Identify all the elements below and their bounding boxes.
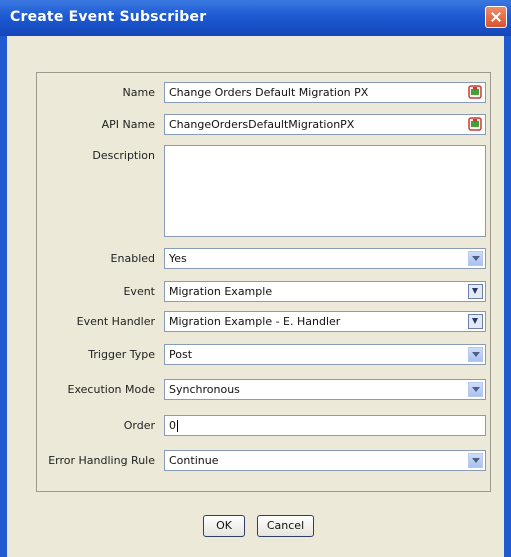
enabled-select[interactable]: Yes — [164, 248, 486, 269]
trigger-type-value: Post — [169, 348, 193, 361]
event-field[interactable]: Migration Example — [164, 281, 486, 302]
chevron-down-icon[interactable] — [468, 382, 483, 397]
name-field[interactable]: Change Orders Default Migration PX — [164, 82, 486, 103]
window-border-right — [504, 36, 511, 557]
cancel-button[interactable]: Cancel — [257, 515, 314, 537]
window-border-left — [0, 36, 7, 557]
trigger-type-select[interactable]: Post — [164, 344, 486, 365]
execution-mode-label: Execution Mode — [67, 383, 155, 396]
lookup-icon[interactable] — [468, 314, 483, 329]
error-handling-select[interactable]: Continue — [164, 450, 486, 471]
description-textarea[interactable] — [164, 145, 486, 237]
chevron-down-icon[interactable] — [468, 251, 483, 266]
close-icon[interactable] — [485, 6, 507, 28]
name-value: Change Orders Default Migration PX — [169, 86, 369, 99]
execution-mode-select[interactable]: Synchronous — [164, 379, 486, 400]
api-name-label: API Name — [101, 118, 155, 131]
api-name-value: ChangeOrdersDefaultMigrationPX — [169, 118, 355, 131]
execution-mode-value: Synchronous — [169, 383, 240, 396]
event-value: Migration Example — [169, 285, 273, 298]
text-caret — [177, 420, 178, 432]
order-input[interactable]: 0 — [164, 415, 486, 436]
event-handler-value: Migration Example - E. Handler — [169, 315, 341, 328]
translate-icon[interactable] — [468, 117, 482, 131]
window-title: Create Event Subscriber — [10, 9, 207, 25]
ok-button[interactable]: OK — [203, 515, 245, 537]
translate-icon[interactable] — [468, 85, 482, 99]
order-value: 0 — [169, 419, 176, 432]
error-handling-value: Continue — [169, 454, 219, 467]
error-handling-label: Error Handling Rule — [48, 454, 155, 467]
order-label: Order — [123, 419, 155, 432]
description-label: Description — [92, 149, 155, 162]
chevron-down-icon[interactable] — [468, 347, 483, 362]
name-label: Name — [122, 86, 155, 99]
event-handler-label: Event Handler — [76, 315, 155, 328]
enabled-value: Yes — [169, 252, 187, 265]
trigger-type-label: Trigger Type — [88, 348, 155, 361]
api-name-field[interactable]: ChangeOrdersDefaultMigrationPX — [164, 114, 486, 135]
event-handler-field[interactable]: Migration Example - E. Handler — [164, 311, 486, 332]
chevron-down-icon[interactable] — [468, 453, 483, 468]
title-bar: Create Event Subscriber — [0, 0, 511, 36]
lookup-icon[interactable] — [468, 284, 483, 299]
enabled-label: Enabled — [110, 252, 155, 265]
event-label: Event — [123, 285, 155, 298]
